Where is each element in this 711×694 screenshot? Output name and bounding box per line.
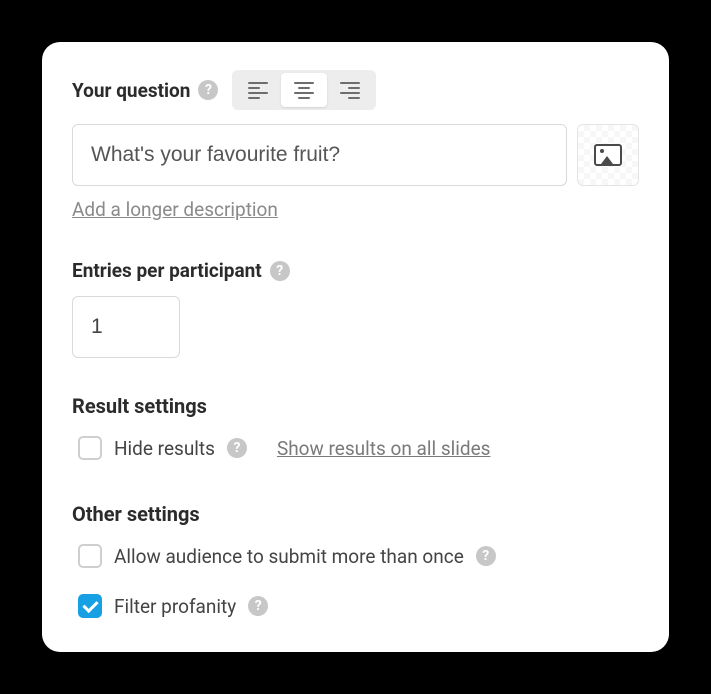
question-input-row (72, 124, 639, 186)
hide-results-row: Hide results ? (72, 430, 247, 466)
allow-multi-label: Allow audience to submit more than once (114, 545, 464, 568)
question-input[interactable] (72, 124, 567, 186)
help-icon[interactable]: ? (476, 546, 496, 566)
allow-multi-row: Allow audience to submit more than once … (72, 538, 639, 574)
hide-results-checkbox[interactable] (78, 436, 102, 460)
image-icon (594, 144, 622, 166)
align-right-button[interactable] (327, 73, 373, 107)
settings-card: Your question ? Add a longer description… (42, 42, 669, 652)
allow-multi-checkbox[interactable] (78, 544, 102, 568)
align-center-icon (294, 82, 314, 99)
filter-profanity-checkbox[interactable] (78, 594, 102, 618)
result-settings-title: Result settings (72, 394, 639, 418)
align-left-button[interactable] (235, 73, 281, 107)
alignment-toggle-group (232, 70, 376, 110)
help-icon[interactable]: ? (227, 438, 247, 458)
align-center-button[interactable] (281, 73, 327, 107)
entries-label-text: Entries per participant (72, 259, 262, 282)
other-settings-title: Other settings (72, 502, 639, 526)
help-icon[interactable]: ? (270, 261, 290, 281)
filter-profanity-label: Filter profanity (114, 595, 236, 618)
question-header-row: Your question ? (72, 70, 639, 110)
hide-results-label: Hide results (114, 437, 215, 460)
add-description-link[interactable]: Add a longer description (72, 198, 278, 221)
result-settings-row: Hide results ? Show results on all slide… (72, 430, 639, 466)
help-icon[interactable]: ? (248, 596, 268, 616)
show-results-all-link[interactable]: Show results on all slides (277, 437, 491, 460)
entries-input[interactable] (72, 296, 180, 358)
add-image-button[interactable] (577, 124, 639, 186)
filter-profanity-row: Filter profanity ? (72, 588, 639, 624)
question-label-text: Your question (72, 79, 190, 102)
entries-label: Entries per participant ? (72, 259, 290, 282)
align-left-icon (248, 82, 268, 99)
question-label: Your question ? (72, 79, 218, 102)
help-icon[interactable]: ? (198, 80, 218, 100)
align-right-icon (340, 82, 360, 99)
